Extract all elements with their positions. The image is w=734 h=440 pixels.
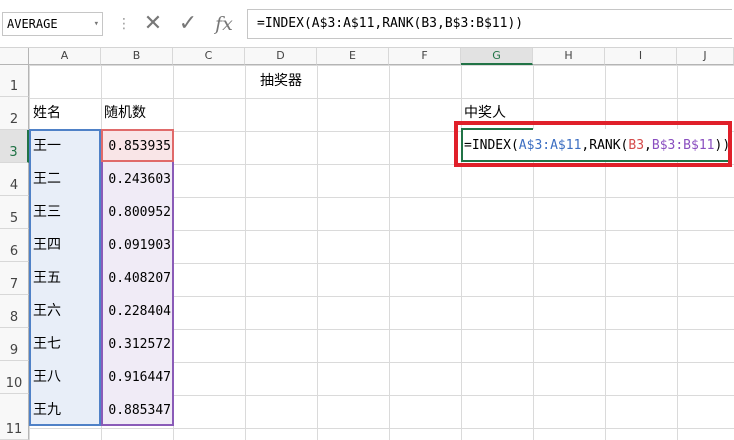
column-header-a[interactable]: A — [29, 48, 101, 65]
cell-b5[interactable]: 0.800952 — [101, 196, 173, 229]
chevron-down-icon[interactable]: ▾ — [94, 13, 99, 35]
cancel-icon[interactable]: ✕ — [139, 10, 167, 38]
column-header-b[interactable]: B — [101, 48, 173, 65]
row-header-2[interactable]: 2 — [0, 97, 29, 130]
column-header-g[interactable]: G — [461, 48, 533, 65]
cell-b11[interactable]: 0.885347 — [101, 394, 173, 427]
cell-b8[interactable]: 0.228404 — [101, 295, 173, 328]
column-header-c[interactable]: C — [173, 48, 245, 65]
cell-a4[interactable]: 王二 — [33, 163, 61, 196]
insert-function-icon[interactable]: fx — [210, 10, 238, 38]
cell-b2-header[interactable]: 随机数 — [104, 97, 146, 130]
column-header-d[interactable]: D — [245, 48, 317, 65]
cell-a11[interactable]: 王九 — [33, 394, 61, 427]
cell-b10[interactable]: 0.916447 — [101, 361, 173, 394]
cell-a5[interactable]: 王三 — [33, 196, 61, 229]
cell-d1-title[interactable]: 抽奖器 — [245, 65, 317, 98]
row-header-9[interactable]: 9 — [0, 328, 29, 361]
cell-b6[interactable]: 0.091903 — [101, 229, 173, 262]
row-header-7[interactable]: 7 — [0, 262, 29, 295]
name-box[interactable]: AVERAGE ▾ — [2, 12, 103, 36]
row-header-10[interactable]: 10 — [0, 361, 29, 394]
row-header-6[interactable]: 6 — [0, 229, 29, 262]
formula-bar: AVERAGE ▾ ⋮ ✕ ✓ fx =INDEX(A$3:A$11,RANK(… — [0, 0, 734, 48]
cell-b4[interactable]: 0.243603 — [101, 163, 173, 196]
select-all-corner[interactable] — [0, 48, 29, 65]
row-header-8[interactable]: 8 — [0, 295, 29, 328]
cell-a2-header[interactable]: 姓名 — [33, 97, 61, 130]
row-header-5[interactable]: 5 — [0, 196, 29, 229]
row-header-3[interactable]: 3 — [0, 130, 29, 163]
cell-b9[interactable]: 0.312572 — [101, 328, 173, 361]
row-header-4[interactable]: 4 — [0, 163, 29, 196]
row-header-11[interactable]: 11 — [0, 394, 29, 440]
column-header-h[interactable]: H — [533, 48, 605, 65]
cell-a8[interactable]: 王六 — [33, 295, 61, 328]
highlight-annotation-box — [454, 121, 732, 167]
cell-a10[interactable]: 王八 — [33, 361, 61, 394]
cell-a9[interactable]: 王七 — [33, 328, 61, 361]
column-header-e[interactable]: E — [317, 48, 389, 65]
enter-check-icon[interactable]: ✓ — [174, 10, 202, 38]
drag-handle-icon[interactable]: ⋮ — [117, 14, 131, 34]
cell-b3[interactable]: 0.853935 — [101, 130, 173, 163]
column-header-j[interactable]: J — [677, 48, 734, 65]
cell-b7[interactable]: 0.408207 — [101, 262, 173, 295]
row-header-1[interactable]: 1 — [0, 65, 29, 97]
formula-input[interactable]: =INDEX(A$3:A$11,RANK(B3,B$3:B$11)) — [247, 9, 732, 39]
column-header-f[interactable]: F — [389, 48, 461, 65]
column-header-i[interactable]: I — [605, 48, 677, 65]
cell-a6[interactable]: 王四 — [33, 229, 61, 262]
cell-a7[interactable]: 王五 — [33, 262, 61, 295]
cell-a3[interactable]: 王一 — [33, 130, 61, 163]
name-box-value: AVERAGE — [7, 17, 58, 31]
